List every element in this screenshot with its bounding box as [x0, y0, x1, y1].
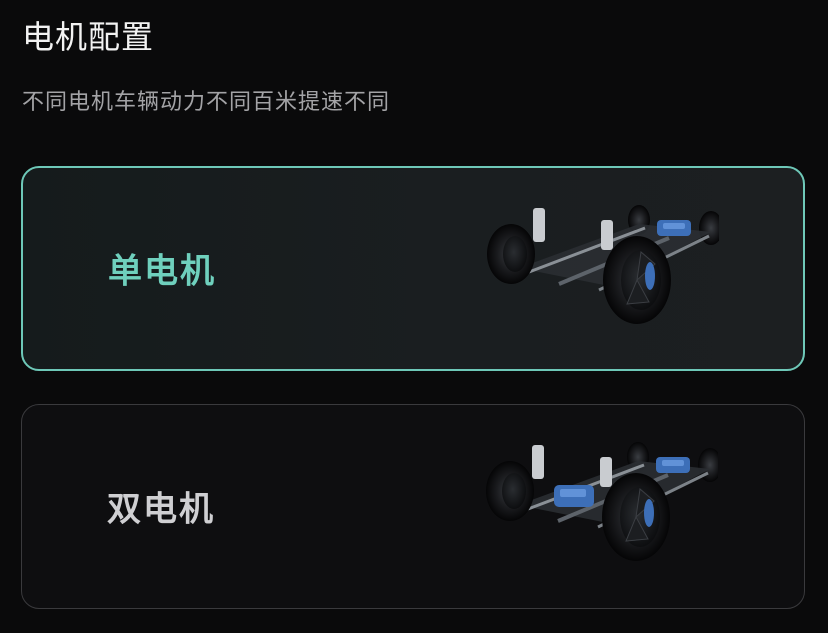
page-title: 电机配置	[22, 18, 155, 56]
option-card-single-motor[interactable]: 单电机	[21, 166, 805, 371]
option-label-dual-motor: 双电机	[107, 489, 215, 530]
option-label-single-motor: 单电机	[108, 251, 216, 292]
dual-motor-chassis-image	[486, 442, 718, 561]
single-motor-chassis-image	[487, 205, 719, 324]
page-subtitle: 不同电机车辆动力不同百米提速不同	[22, 90, 391, 115]
option-card-dual-motor[interactable]: 双电机	[21, 404, 805, 609]
